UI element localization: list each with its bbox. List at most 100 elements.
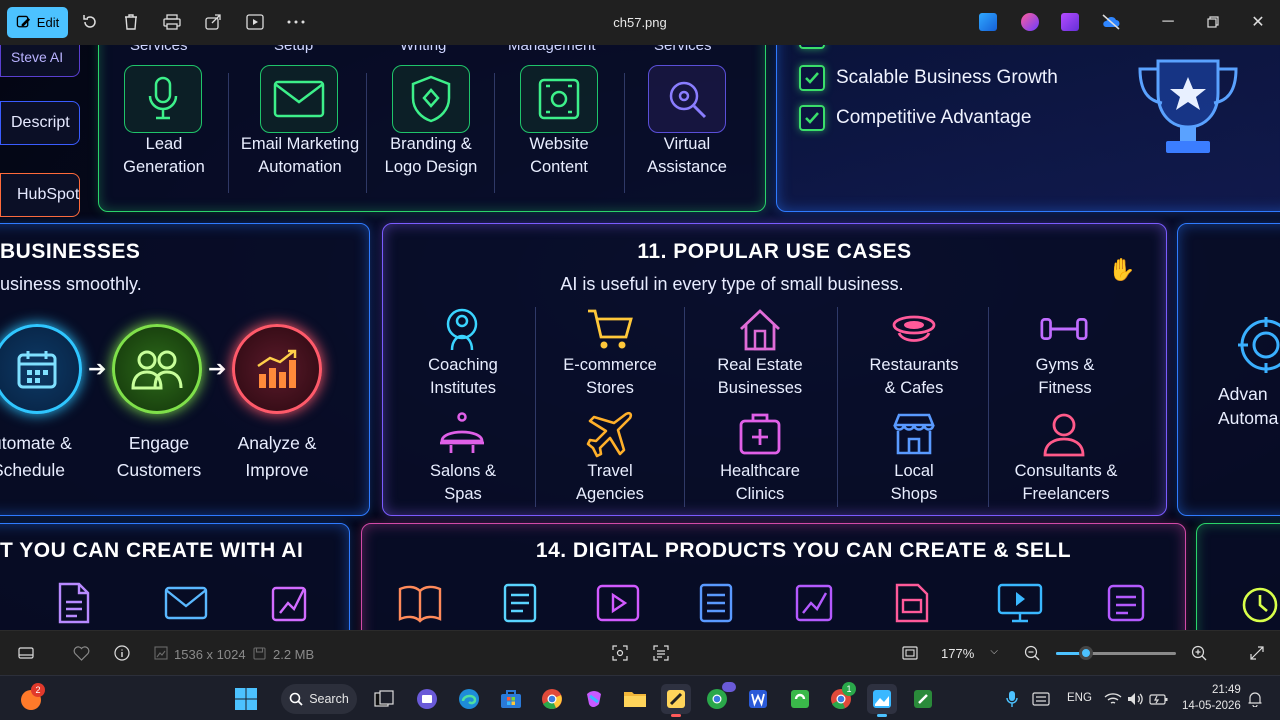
fullscreen-icon[interactable] bbox=[1248, 644, 1266, 662]
use-case-item: E-commerce Stores bbox=[548, 354, 672, 400]
photos-app-window: Edit ch57.png ─ ✕ Steve AI Descript HubS… bbox=[0, 0, 1280, 720]
use-cases-subtitle: AI is useful in every type of small busi… bbox=[560, 274, 904, 294]
text-scan-icon[interactable] bbox=[652, 644, 670, 662]
volume-icon[interactable] bbox=[1124, 684, 1148, 714]
battery-icon[interactable] bbox=[1147, 684, 1171, 714]
active-indicator bbox=[877, 714, 887, 717]
use-case-line2: & Cafes bbox=[884, 379, 944, 397]
people-icon bbox=[112, 324, 202, 414]
course-icon bbox=[996, 580, 1044, 626]
zoom-value: 177% bbox=[941, 645, 975, 661]
create-with-ai-title: T YOU CAN CREATE WITH AI bbox=[0, 539, 304, 562]
photos-icon[interactable] bbox=[867, 684, 897, 717]
person-icon bbox=[436, 305, 488, 353]
trophy-icon bbox=[1128, 53, 1248, 163]
edit-button[interactable]: Edit bbox=[7, 7, 68, 38]
use-cases-title: 11. POPULAR USE CASES bbox=[637, 240, 912, 263]
graphic-icon bbox=[792, 580, 836, 626]
print-icon[interactable] bbox=[162, 12, 182, 32]
delete-icon[interactable] bbox=[121, 12, 141, 32]
service-label-line2: Content bbox=[530, 158, 588, 176]
zoom-slider[interactable] bbox=[1056, 646, 1176, 660]
app-launch-icon-2[interactable] bbox=[1021, 13, 1039, 31]
file-explorer-icon[interactable] bbox=[620, 684, 650, 714]
slideshow-icon[interactable] bbox=[245, 12, 265, 32]
hand-cursor-icon: ✋ bbox=[1108, 257, 1136, 282]
fit-to-window-icon[interactable] bbox=[901, 644, 919, 662]
camtasia-icon[interactable] bbox=[661, 684, 691, 717]
automation-line2: Automa bbox=[1218, 408, 1279, 428]
edge-icon[interactable] bbox=[454, 684, 484, 714]
step-label-line1: utomate & bbox=[0, 433, 72, 453]
app-launch-icon-3[interactable] bbox=[1061, 13, 1079, 31]
divider bbox=[684, 307, 685, 507]
restore-button[interactable] bbox=[1200, 10, 1226, 34]
cut-label: Services bbox=[130, 45, 188, 54]
service-item: Lead Generation bbox=[114, 133, 214, 179]
use-case-line2: Shops bbox=[890, 485, 938, 503]
step-label-line1: Engage bbox=[128, 433, 190, 453]
teams-icon[interactable] bbox=[412, 684, 442, 714]
planner-icon bbox=[1104, 580, 1148, 626]
zoom-dropdown[interactable]: 177% ⌵ bbox=[930, 639, 1008, 667]
title-bar: Edit ch57.png ─ ✕ bbox=[0, 0, 1280, 45]
rotate-icon[interactable] bbox=[80, 12, 100, 32]
share-icon[interactable] bbox=[203, 12, 223, 32]
use-case-line1: Gyms & bbox=[1035, 356, 1095, 374]
use-case-line2: Stores bbox=[586, 379, 634, 397]
service-label-line1: Website bbox=[529, 135, 589, 153]
businesses-title: BUSINESSES bbox=[0, 240, 141, 263]
sidebar-tab: Steve AI bbox=[0, 45, 80, 77]
use-case-line1: E-commerce bbox=[563, 356, 657, 374]
camtasia-recorder-icon[interactable] bbox=[908, 684, 938, 714]
cut-label: Setup bbox=[274, 45, 314, 54]
store-icon[interactable] bbox=[496, 684, 526, 714]
taskbar-search[interactable]: Search bbox=[281, 684, 357, 714]
zoom-slider-thumb[interactable] bbox=[1079, 646, 1093, 660]
keyboard-tray-icon[interactable] bbox=[1029, 684, 1053, 714]
dumbbell-icon bbox=[1038, 305, 1090, 353]
cart-icon bbox=[584, 305, 636, 353]
close-button[interactable]: ✕ bbox=[1245, 10, 1271, 34]
zoom-out-icon[interactable] bbox=[1023, 644, 1041, 662]
clock-time[interactable]: 21:49 bbox=[1212, 684, 1241, 696]
step-item: utomate & Schedule bbox=[0, 430, 92, 484]
digital-products-title: 14. DIGITAL PRODUCTS YOU CAN CREATE & SE… bbox=[535, 539, 1072, 562]
cloud-off-icon[interactable] bbox=[1101, 12, 1121, 32]
word-icon[interactable] bbox=[743, 684, 773, 714]
copilot-icon[interactable] bbox=[579, 684, 609, 714]
task-view-icon[interactable] bbox=[369, 684, 399, 714]
visual-search-icon[interactable] bbox=[611, 644, 629, 662]
notifications-bell-icon[interactable] bbox=[1244, 684, 1266, 714]
favorite-icon[interactable] bbox=[72, 644, 90, 662]
benefit-label: Scalable Business Growth bbox=[836, 67, 1058, 88]
service-label-line2: Generation bbox=[123, 158, 205, 176]
use-case-item: Healthcare Clinics bbox=[696, 460, 824, 506]
wifi-icon[interactable] bbox=[1101, 684, 1125, 714]
divider bbox=[624, 73, 625, 193]
step-label-line2: Customers bbox=[116, 460, 202, 480]
camtasia-green-icon[interactable] bbox=[785, 684, 815, 714]
minimize-button[interactable]: ─ bbox=[1155, 10, 1181, 34]
info-icon[interactable] bbox=[113, 644, 131, 662]
chrome-icon[interactable] bbox=[537, 684, 567, 714]
microphone-icon bbox=[124, 65, 202, 133]
chrome-profile-icon[interactable] bbox=[702, 682, 736, 714]
app-launch-icon-1[interactable] bbox=[979, 13, 997, 31]
use-case-line2: Fitness bbox=[1038, 379, 1092, 397]
language-indicator[interactable]: ENG bbox=[1067, 692, 1092, 704]
magnifier-icon bbox=[648, 65, 726, 133]
salon-icon bbox=[436, 409, 488, 459]
medkit-icon bbox=[734, 409, 786, 459]
more-options-icon[interactable] bbox=[286, 12, 306, 32]
step-label-line2: Improve bbox=[245, 460, 309, 480]
divider bbox=[228, 73, 229, 193]
search-label: Search bbox=[309, 692, 349, 706]
filmstrip-icon[interactable] bbox=[17, 644, 35, 662]
microphone-tray-icon[interactable] bbox=[1000, 684, 1024, 714]
zoom-in-icon[interactable] bbox=[1190, 644, 1208, 662]
clock-date[interactable]: 14-05-2026 bbox=[1182, 700, 1241, 712]
use-case-line2: Clinics bbox=[735, 485, 785, 503]
image-canvas[interactable]: Steve AI Descript HubSpot Services Setup… bbox=[0, 45, 1280, 630]
start-button[interactable] bbox=[231, 684, 261, 714]
